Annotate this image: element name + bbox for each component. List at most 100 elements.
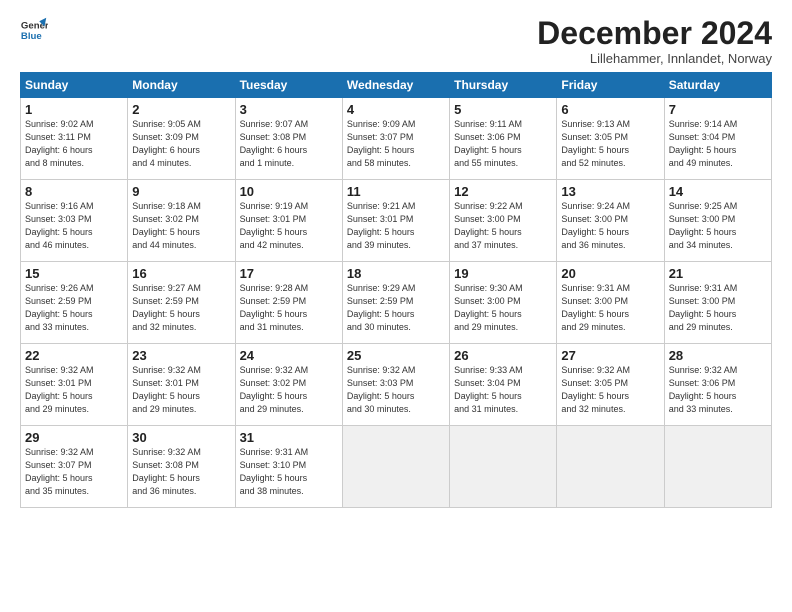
day-number: 31 [240, 430, 338, 445]
calendar-cell: 19Sunrise: 9:30 AM Sunset: 3:00 PM Dayli… [450, 262, 557, 344]
day-info: Sunrise: 9:32 AM Sunset: 3:01 PM Dayligh… [132, 364, 230, 416]
day-number: 10 [240, 184, 338, 199]
day-info: Sunrise: 9:09 AM Sunset: 3:07 PM Dayligh… [347, 118, 445, 170]
weekday-header-thursday: Thursday [450, 73, 557, 98]
weekday-header-tuesday: Tuesday [235, 73, 342, 98]
week-row-2: 8Sunrise: 9:16 AM Sunset: 3:03 PM Daylig… [21, 180, 772, 262]
calendar-cell: 18Sunrise: 9:29 AM Sunset: 2:59 PM Dayli… [342, 262, 449, 344]
day-number: 21 [669, 266, 767, 281]
day-number: 6 [561, 102, 659, 117]
day-number: 20 [561, 266, 659, 281]
calendar-body: 1Sunrise: 9:02 AM Sunset: 3:11 PM Daylig… [21, 98, 772, 508]
title-block: December 2024 Lillehammer, Innlandet, No… [537, 16, 772, 66]
day-number: 12 [454, 184, 552, 199]
calendar-cell: 7Sunrise: 9:14 AM Sunset: 3:04 PM Daylig… [664, 98, 771, 180]
day-info: Sunrise: 9:13 AM Sunset: 3:05 PM Dayligh… [561, 118, 659, 170]
day-number: 5 [454, 102, 552, 117]
day-info: Sunrise: 9:19 AM Sunset: 3:01 PM Dayligh… [240, 200, 338, 252]
day-number: 9 [132, 184, 230, 199]
day-number: 7 [669, 102, 767, 117]
day-number: 1 [25, 102, 123, 117]
day-number: 8 [25, 184, 123, 199]
header: General Blue December 2024 Lillehammer, … [20, 16, 772, 66]
day-info: Sunrise: 9:02 AM Sunset: 3:11 PM Dayligh… [25, 118, 123, 170]
day-info: Sunrise: 9:32 AM Sunset: 3:08 PM Dayligh… [132, 446, 230, 498]
day-info: Sunrise: 9:26 AM Sunset: 2:59 PM Dayligh… [25, 282, 123, 334]
calendar-cell: 26Sunrise: 9:33 AM Sunset: 3:04 PM Dayli… [450, 344, 557, 426]
day-info: Sunrise: 9:29 AM Sunset: 2:59 PM Dayligh… [347, 282, 445, 334]
calendar-cell: 29Sunrise: 9:32 AM Sunset: 3:07 PM Dayli… [21, 426, 128, 508]
day-info: Sunrise: 9:18 AM Sunset: 3:02 PM Dayligh… [132, 200, 230, 252]
week-row-5: 29Sunrise: 9:32 AM Sunset: 3:07 PM Dayli… [21, 426, 772, 508]
day-info: Sunrise: 9:24 AM Sunset: 3:00 PM Dayligh… [561, 200, 659, 252]
weekday-header-sunday: Sunday [21, 73, 128, 98]
day-number: 17 [240, 266, 338, 281]
day-info: Sunrise: 9:16 AM Sunset: 3:03 PM Dayligh… [25, 200, 123, 252]
day-info: Sunrise: 9:21 AM Sunset: 3:01 PM Dayligh… [347, 200, 445, 252]
calendar: SundayMondayTuesdayWednesdayThursdayFrid… [20, 72, 772, 508]
calendar-cell: 25Sunrise: 9:32 AM Sunset: 3:03 PM Dayli… [342, 344, 449, 426]
day-info: Sunrise: 9:31 AM Sunset: 3:10 PM Dayligh… [240, 446, 338, 498]
calendar-cell: 4Sunrise: 9:09 AM Sunset: 3:07 PM Daylig… [342, 98, 449, 180]
day-info: Sunrise: 9:32 AM Sunset: 3:06 PM Dayligh… [669, 364, 767, 416]
week-row-3: 15Sunrise: 9:26 AM Sunset: 2:59 PM Dayli… [21, 262, 772, 344]
calendar-cell: 27Sunrise: 9:32 AM Sunset: 3:05 PM Dayli… [557, 344, 664, 426]
day-number: 2 [132, 102, 230, 117]
day-number: 16 [132, 266, 230, 281]
location: Lillehammer, Innlandet, Norway [537, 51, 772, 66]
day-info: Sunrise: 9:32 AM Sunset: 3:03 PM Dayligh… [347, 364, 445, 416]
calendar-cell: 20Sunrise: 9:31 AM Sunset: 3:00 PM Dayli… [557, 262, 664, 344]
day-info: Sunrise: 9:25 AM Sunset: 3:00 PM Dayligh… [669, 200, 767, 252]
weekday-header-friday: Friday [557, 73, 664, 98]
day-number: 22 [25, 348, 123, 363]
day-number: 28 [669, 348, 767, 363]
logo: General Blue [20, 16, 48, 44]
calendar-cell: 6Sunrise: 9:13 AM Sunset: 3:05 PM Daylig… [557, 98, 664, 180]
calendar-cell [342, 426, 449, 508]
day-info: Sunrise: 9:32 AM Sunset: 3:02 PM Dayligh… [240, 364, 338, 416]
calendar-cell: 15Sunrise: 9:26 AM Sunset: 2:59 PM Dayli… [21, 262, 128, 344]
day-info: Sunrise: 9:27 AM Sunset: 2:59 PM Dayligh… [132, 282, 230, 334]
day-info: Sunrise: 9:31 AM Sunset: 3:00 PM Dayligh… [561, 282, 659, 334]
weekday-header-monday: Monday [128, 73, 235, 98]
calendar-cell: 3Sunrise: 9:07 AM Sunset: 3:08 PM Daylig… [235, 98, 342, 180]
day-number: 30 [132, 430, 230, 445]
day-number: 26 [454, 348, 552, 363]
day-info: Sunrise: 9:14 AM Sunset: 3:04 PM Dayligh… [669, 118, 767, 170]
calendar-cell: 30Sunrise: 9:32 AM Sunset: 3:08 PM Dayli… [128, 426, 235, 508]
day-info: Sunrise: 9:22 AM Sunset: 3:00 PM Dayligh… [454, 200, 552, 252]
calendar-cell: 31Sunrise: 9:31 AM Sunset: 3:10 PM Dayli… [235, 426, 342, 508]
day-number: 3 [240, 102, 338, 117]
day-number: 11 [347, 184, 445, 199]
calendar-cell: 24Sunrise: 9:32 AM Sunset: 3:02 PM Dayli… [235, 344, 342, 426]
calendar-cell [450, 426, 557, 508]
calendar-cell: 2Sunrise: 9:05 AM Sunset: 3:09 PM Daylig… [128, 98, 235, 180]
calendar-cell: 16Sunrise: 9:27 AM Sunset: 2:59 PM Dayli… [128, 262, 235, 344]
day-info: Sunrise: 9:32 AM Sunset: 3:01 PM Dayligh… [25, 364, 123, 416]
logo-icon: General Blue [20, 16, 48, 44]
weekday-header-row: SundayMondayTuesdayWednesdayThursdayFrid… [21, 73, 772, 98]
weekday-header-saturday: Saturday [664, 73, 771, 98]
day-number: 24 [240, 348, 338, 363]
day-number: 13 [561, 184, 659, 199]
week-row-1: 1Sunrise: 9:02 AM Sunset: 3:11 PM Daylig… [21, 98, 772, 180]
day-info: Sunrise: 9:30 AM Sunset: 3:00 PM Dayligh… [454, 282, 552, 334]
day-info: Sunrise: 9:33 AM Sunset: 3:04 PM Dayligh… [454, 364, 552, 416]
calendar-cell: 5Sunrise: 9:11 AM Sunset: 3:06 PM Daylig… [450, 98, 557, 180]
calendar-cell: 10Sunrise: 9:19 AM Sunset: 3:01 PM Dayli… [235, 180, 342, 262]
day-info: Sunrise: 9:32 AM Sunset: 3:05 PM Dayligh… [561, 364, 659, 416]
svg-text:Blue: Blue [21, 31, 42, 42]
calendar-cell: 14Sunrise: 9:25 AM Sunset: 3:00 PM Dayli… [664, 180, 771, 262]
day-number: 4 [347, 102, 445, 117]
day-info: Sunrise: 9:32 AM Sunset: 3:07 PM Dayligh… [25, 446, 123, 498]
day-info: Sunrise: 9:11 AM Sunset: 3:06 PM Dayligh… [454, 118, 552, 170]
calendar-cell: 21Sunrise: 9:31 AM Sunset: 3:00 PM Dayli… [664, 262, 771, 344]
calendar-cell: 23Sunrise: 9:32 AM Sunset: 3:01 PM Dayli… [128, 344, 235, 426]
week-row-4: 22Sunrise: 9:32 AM Sunset: 3:01 PM Dayli… [21, 344, 772, 426]
weekday-header-wednesday: Wednesday [342, 73, 449, 98]
day-number: 15 [25, 266, 123, 281]
day-number: 27 [561, 348, 659, 363]
day-info: Sunrise: 9:05 AM Sunset: 3:09 PM Dayligh… [132, 118, 230, 170]
calendar-cell [664, 426, 771, 508]
day-number: 29 [25, 430, 123, 445]
